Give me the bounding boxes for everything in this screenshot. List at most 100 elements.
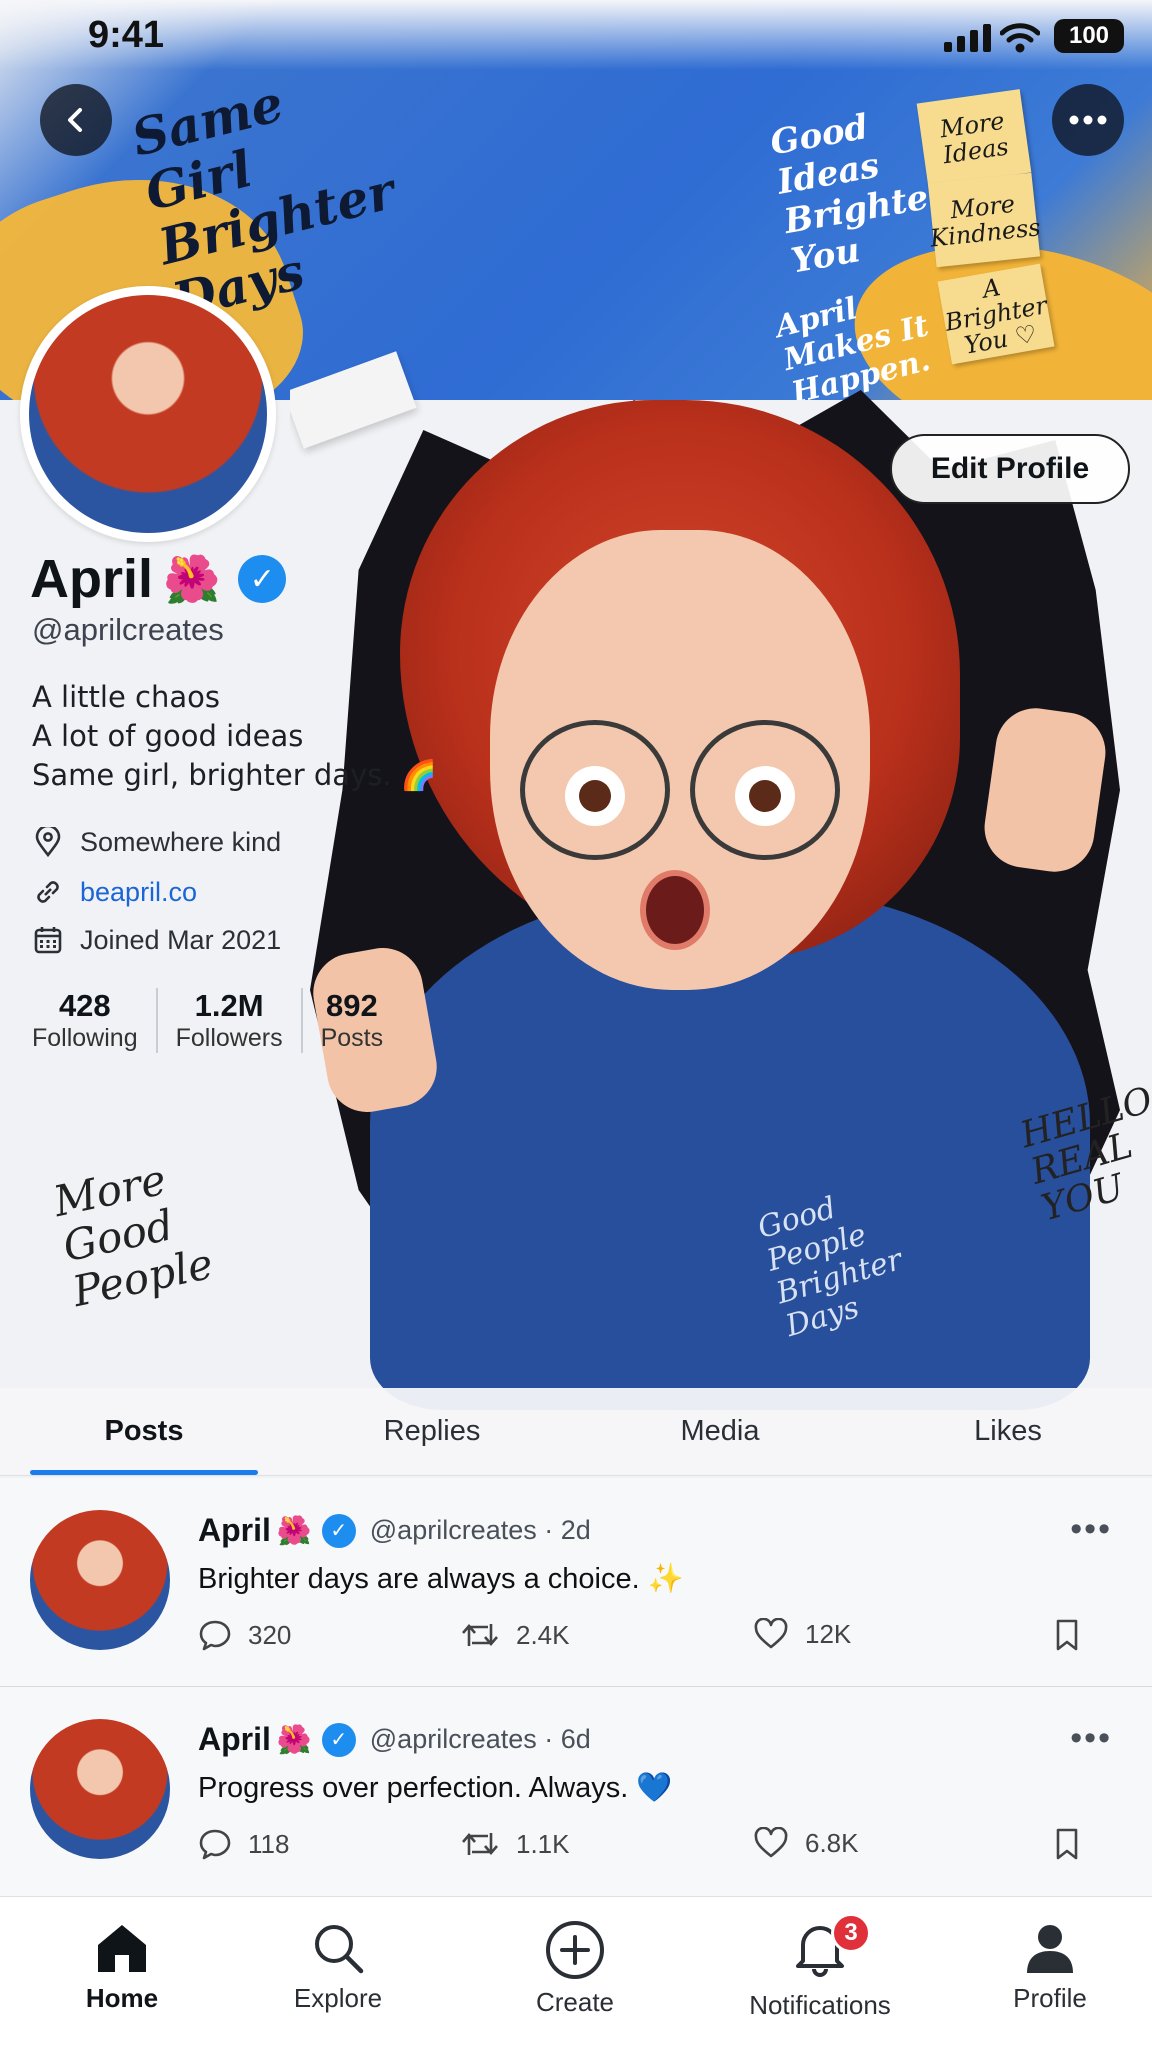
hibiscus-icon: 🌺 bbox=[163, 552, 221, 605]
verified-badge-icon: ✓ bbox=[321, 1513, 356, 1548]
bookmark-icon bbox=[1056, 1619, 1078, 1651]
location-text: Somewhere kind bbox=[80, 826, 282, 857]
profile-name: April bbox=[30, 549, 154, 609]
tab-likes[interactable]: Likes bbox=[864, 1388, 1152, 1475]
nav-create[interactable]: Create bbox=[505, 1919, 645, 2018]
nav-label: Create bbox=[535, 1987, 615, 2017]
edit-profile-button[interactable]: Edit Profile bbox=[890, 434, 1130, 504]
website-link[interactable]: beapril.co bbox=[80, 877, 197, 908]
hibiscus-icon: 🌺 bbox=[276, 1515, 312, 1546]
person-icon bbox=[1027, 1925, 1073, 1973]
bookmark-icon bbox=[1056, 1828, 1078, 1860]
post-handle-time: @aprilcreates · 6d bbox=[369, 1724, 591, 1754]
like-button[interactable]: 12K bbox=[753, 1618, 851, 1650]
signal-icon bbox=[944, 24, 991, 52]
location-pin-icon bbox=[32, 826, 64, 858]
back-button[interactable] bbox=[40, 84, 112, 156]
post-handle-time: @aprilcreates · 2d bbox=[369, 1515, 591, 1545]
repost-count: 1.1K bbox=[516, 1828, 570, 1859]
stat-value: 1.2M bbox=[194, 988, 264, 1023]
heart-icon bbox=[754, 1827, 788, 1858]
like-count: 6.8K bbox=[805, 1827, 859, 1858]
nav-notifications[interactable]: 3 Notifications bbox=[720, 1913, 920, 2021]
post-text: Progress over perfection. Always. 💙 bbox=[198, 1772, 673, 1804]
home-icon bbox=[98, 1925, 146, 1972]
stat-posts[interactable]: 892 Posts bbox=[300, 988, 402, 1053]
heart-icon bbox=[754, 1618, 788, 1649]
repost-icon bbox=[462, 1624, 498, 1646]
stat-label: Following bbox=[32, 1024, 138, 1052]
bookmark-button[interactable] bbox=[1053, 1618, 1081, 1652]
wifi-icon bbox=[1000, 23, 1040, 53]
sticky-note: More Ideas bbox=[916, 89, 1032, 187]
repost-icon bbox=[462, 1833, 498, 1855]
paper-tear bbox=[290, 351, 417, 449]
post-item[interactable]: April 🌺 ✓ @aprilcreates · 2d ••• Brighte… bbox=[0, 1478, 1152, 1683]
handwriting-more-good-people: More Good People bbox=[49, 1154, 218, 1317]
nav-label: Home bbox=[85, 1983, 159, 2013]
post-avatar[interactable] bbox=[30, 1510, 170, 1650]
nav-label: Explore bbox=[293, 1983, 383, 2013]
repost-count: 2.4K bbox=[516, 1619, 570, 1650]
verified-badge-icon: ✓ bbox=[238, 555, 287, 603]
profile-name-row: April 🌺 ✓ bbox=[30, 548, 287, 610]
tab-posts[interactable]: Posts bbox=[0, 1388, 288, 1475]
comment-icon bbox=[199, 1829, 231, 1860]
post-more-button[interactable]: ••• bbox=[1070, 1719, 1112, 1758]
reply-button[interactable]: 320 bbox=[198, 1618, 291, 1652]
post-actions: 118 1.1K 6.8K bbox=[198, 1827, 1128, 1871]
bookmark-button[interactable] bbox=[1053, 1827, 1081, 1861]
repost-button[interactable]: 1.1K bbox=[460, 1827, 570, 1861]
post-avatar[interactable] bbox=[30, 1719, 170, 1859]
bio-line: A little chaos bbox=[32, 680, 220, 714]
open-mouth bbox=[640, 870, 710, 950]
nav-home[interactable]: Home bbox=[52, 1919, 192, 2014]
profile-handle: @aprilcreates bbox=[32, 612, 224, 647]
profile-page: Same Girl Brighter Days Good Ideas Brigh… bbox=[0, 0, 1152, 2048]
stat-label: Followers bbox=[175, 1024, 283, 1052]
reply-count: 118 bbox=[248, 1828, 290, 1859]
stat-label: Posts bbox=[320, 1024, 384, 1052]
like-count: 12K bbox=[805, 1618, 852, 1649]
profile-website: beapril.co bbox=[32, 876, 197, 908]
stat-following[interactable]: 428 Following bbox=[28, 988, 156, 1053]
bio-line: A lot of good ideas bbox=[32, 719, 304, 753]
reply-button[interactable]: 118 bbox=[198, 1827, 289, 1861]
nav-label: Profile bbox=[1013, 1983, 1087, 2013]
status-time: 9:41 bbox=[88, 14, 165, 56]
post-item[interactable]: April 🌺 ✓ @aprilcreates · 6d ••• Progres… bbox=[0, 1686, 1152, 1891]
profile-joined: Joined Mar 2021 bbox=[32, 924, 281, 956]
profile-avatar[interactable] bbox=[20, 286, 276, 542]
profile-tabs: Posts Replies Media Likes bbox=[0, 1388, 1152, 1476]
stat-followers[interactable]: 1.2M Followers bbox=[155, 988, 301, 1053]
joined-text: Joined Mar 2021 bbox=[80, 924, 282, 955]
hibiscus-icon: 🌺 bbox=[276, 1724, 312, 1755]
search-icon bbox=[315, 1925, 364, 1974]
post-more-button[interactable]: ••• bbox=[1070, 1510, 1112, 1549]
nav-explore[interactable]: Explore bbox=[268, 1919, 408, 2014]
stat-value: 892 bbox=[325, 988, 378, 1023]
status-bar: 9:41 100 bbox=[0, 0, 1152, 70]
profile-bio: A little chaos A lot of good ideas Same … bbox=[32, 678, 437, 795]
link-icon bbox=[32, 876, 64, 908]
eye bbox=[735, 766, 795, 826]
post-header: April 🌺 ✓ @aprilcreates · 2d bbox=[198, 1512, 591, 1549]
bottom-navigation: Home Explore Create 3 Notifications Prof… bbox=[0, 1896, 1152, 2048]
post-author-name: April bbox=[198, 1512, 271, 1548]
notification-icon-wrap: 3 bbox=[791, 1913, 871, 1984]
post-author-name: April bbox=[198, 1721, 271, 1757]
plus-circle-icon bbox=[546, 1921, 604, 1979]
repost-button[interactable]: 2.4K bbox=[460, 1618, 570, 1652]
tab-replies[interactable]: Replies bbox=[288, 1388, 576, 1475]
ellipsis-icon bbox=[1069, 115, 1107, 125]
post-text: Brighter days are always a choice. ✨ bbox=[198, 1563, 684, 1595]
nav-profile[interactable]: Profile bbox=[980, 1919, 1120, 2014]
tab-media[interactable]: Media bbox=[576, 1388, 864, 1475]
more-options-button[interactable] bbox=[1052, 84, 1124, 156]
bio-line: Same girl, brighter days. 🌈 bbox=[32, 758, 437, 792]
surprised-face bbox=[490, 530, 870, 990]
profile-location: Somewhere kind bbox=[32, 826, 281, 858]
stat-value: 428 bbox=[58, 988, 111, 1023]
post-actions: 320 2.4K 12K bbox=[198, 1618, 1128, 1662]
like-button[interactable]: 6.8K bbox=[753, 1827, 859, 1859]
